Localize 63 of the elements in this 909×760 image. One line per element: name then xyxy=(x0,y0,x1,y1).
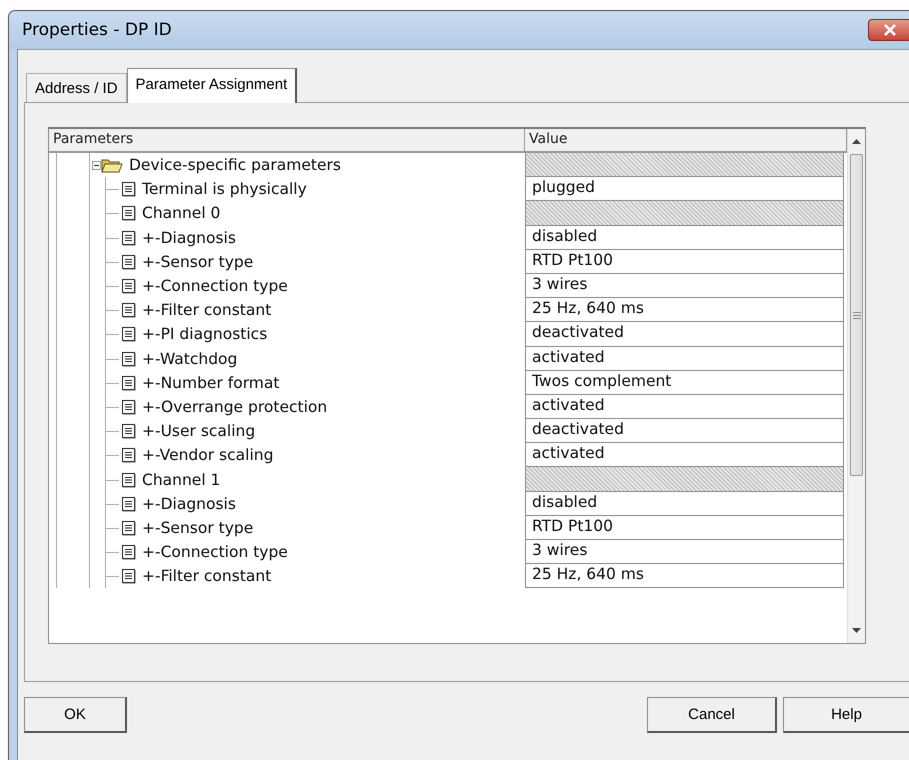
value-cell[interactable]: 25 Hz, 640 ms xyxy=(525,564,844,588)
value-cell[interactable]: activated xyxy=(525,394,844,420)
scroll-down-icon[interactable] xyxy=(852,628,861,633)
tab[interactable]: Parameter Assignment xyxy=(126,68,298,103)
tree-item[interactable]: Channel 0 xyxy=(142,204,220,222)
document-icon xyxy=(121,398,136,415)
value-cell[interactable]: Twos complement xyxy=(525,370,844,395)
value-cell[interactable]: 25 Hz, 640 ms xyxy=(525,298,844,322)
close-button[interactable] xyxy=(868,19,909,41)
document-icon xyxy=(121,205,136,222)
tab[interactable]: Address / ID xyxy=(26,73,127,102)
tree-item[interactable]: Device-specific parameters xyxy=(129,156,341,174)
tree-item[interactable]: Terminal is physically xyxy=(142,180,307,198)
tree-item[interactable]: +-Diagnosis xyxy=(142,228,236,247)
scroll-thumb[interactable] xyxy=(850,154,863,476)
document-icon xyxy=(121,181,136,198)
document-icon xyxy=(121,374,136,391)
value-cell[interactable]: activated xyxy=(525,346,844,371)
document-icon xyxy=(121,568,136,584)
tree-item[interactable]: +-Connection type xyxy=(142,277,288,296)
close-icon xyxy=(882,24,898,36)
tree-item[interactable]: +-Diagnosis xyxy=(142,494,236,513)
tree-item[interactable]: +-User scaling xyxy=(142,422,256,440)
document-icon xyxy=(121,447,136,464)
document-icon xyxy=(121,520,136,536)
dialog-button[interactable]: Help xyxy=(783,697,909,733)
value-cell[interactable]: 3 wires xyxy=(525,274,844,298)
document-icon xyxy=(121,302,136,318)
document-icon xyxy=(121,544,136,560)
document-icon xyxy=(121,472,136,488)
tree-item[interactable]: +-Sensor type xyxy=(142,518,254,537)
collapse-toggle[interactable] xyxy=(92,160,101,170)
tree-item[interactable]: +-Filter constant xyxy=(142,567,272,586)
tree-item[interactable]: +-Connection type xyxy=(142,543,288,562)
tree-item[interactable]: +-PI diagnostics xyxy=(142,325,268,344)
document-icon xyxy=(121,278,136,294)
dialog-button[interactable]: Cancel xyxy=(647,697,777,733)
value-cell[interactable]: RTD Pt100 xyxy=(525,516,844,540)
value-cell[interactable]: 3 wires xyxy=(525,540,844,564)
dialog-button[interactable]: OK xyxy=(24,697,127,733)
tree-item[interactable]: +-Vendor scaling xyxy=(142,446,274,464)
scroll-up-icon[interactable] xyxy=(852,139,861,144)
document-icon xyxy=(121,496,136,512)
tree-item[interactable]: +-Number format xyxy=(142,374,280,392)
column-header[interactable]: Parameters xyxy=(49,129,525,151)
value-cell[interactable]: disabled xyxy=(525,226,844,250)
window-title: Properties - DP ID xyxy=(22,20,173,40)
tree-item[interactable]: +-Overrange protection xyxy=(142,398,328,416)
document-icon xyxy=(121,350,136,367)
value-cell[interactable]: deactivated xyxy=(525,322,844,346)
folder-icon xyxy=(101,157,123,174)
value-cell[interactable]: deactivated xyxy=(525,419,844,444)
document-icon xyxy=(121,326,136,342)
tree-item[interactable]: +-Watchdog xyxy=(142,350,238,368)
tree-item[interactable]: Channel 1 xyxy=(142,470,220,489)
document-icon xyxy=(121,230,136,246)
tree-item[interactable]: +-Sensor type xyxy=(142,252,254,271)
scrollbar[interactable] xyxy=(847,129,865,643)
value-cell[interactable]: disabled xyxy=(525,492,844,516)
document-icon xyxy=(121,254,136,270)
tree-item[interactable]: +-Filter constant xyxy=(142,301,272,320)
document-icon xyxy=(121,423,136,440)
value-cell[interactable]: RTD Pt100 xyxy=(525,250,844,274)
